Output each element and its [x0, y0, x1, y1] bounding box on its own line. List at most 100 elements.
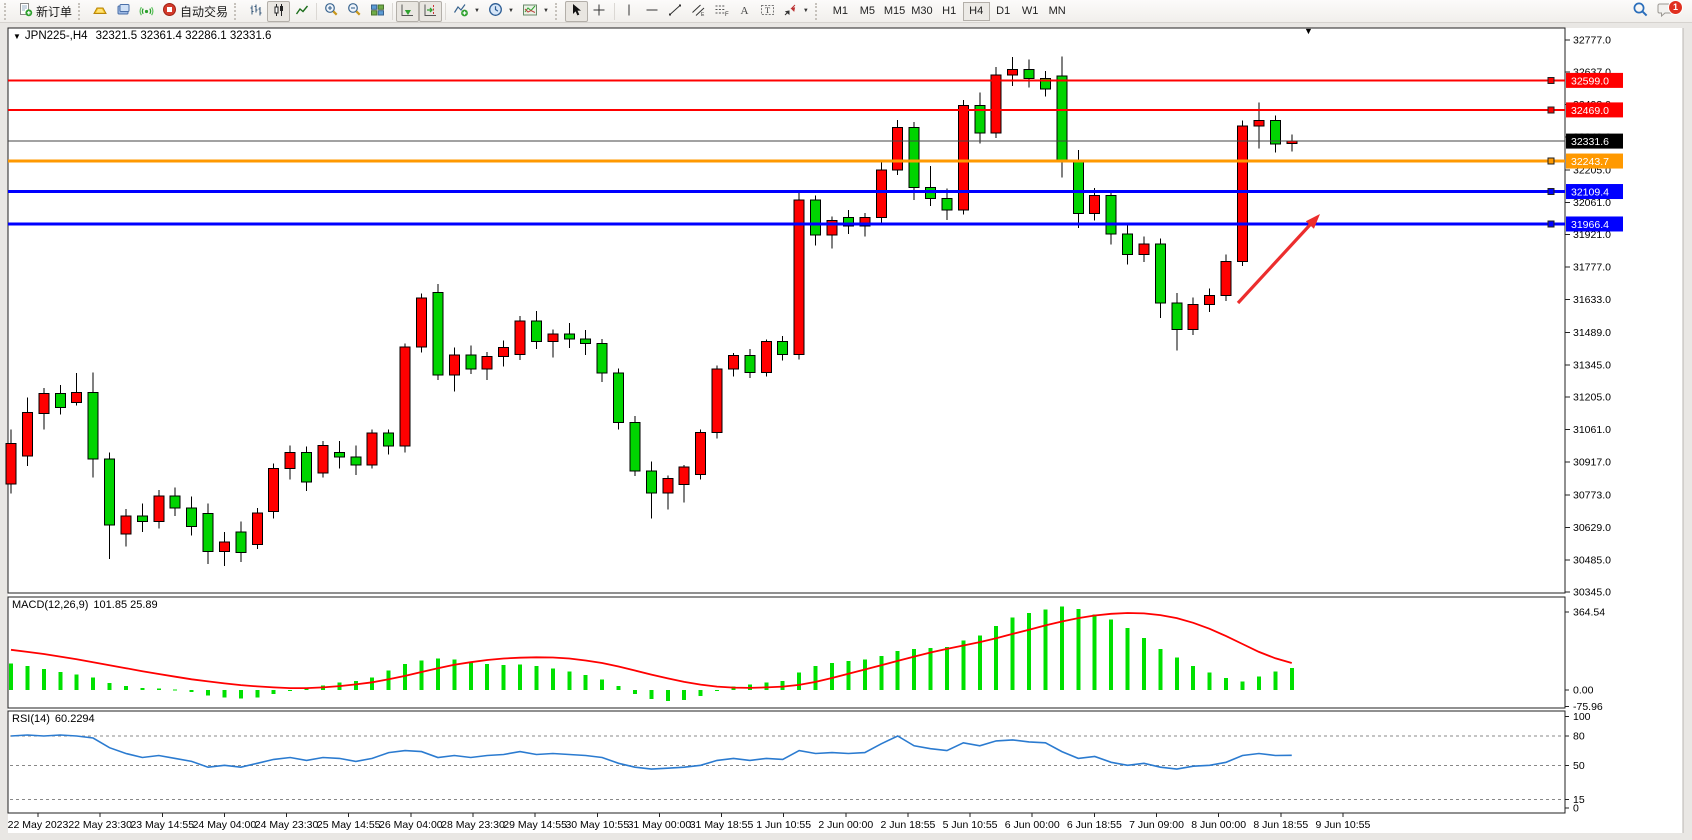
trendline-button[interactable]: [664, 1, 687, 22]
tf-M5-button[interactable]: M5: [854, 2, 881, 21]
svg-text:22 May 23:30: 22 May 23:30: [68, 819, 132, 831]
svg-text:6 Jun 18:55: 6 Jun 18:55: [1067, 819, 1122, 831]
symbol-title: JPN225-,H4: [25, 30, 88, 42]
toolbar-grip[interactable]: [4, 3, 10, 20]
trendline-icon: [668, 3, 682, 20]
tf-M15-button[interactable]: M15: [881, 2, 908, 21]
svg-text:32109.4: 32109.4: [1571, 187, 1609, 199]
svg-text:30773.0: 30773.0: [1573, 489, 1611, 501]
svg-text:80: 80: [1573, 731, 1585, 743]
svg-text:2 Jun 00:00: 2 Jun 00:00: [818, 819, 873, 831]
toolbar-grip[interactable]: [78, 3, 84, 20]
svg-text:31205.0: 31205.0: [1573, 391, 1611, 403]
toolbar-grip[interactable]: [555, 3, 561, 20]
signals-button[interactable]: [135, 1, 158, 22]
zoom-in-button[interactable]: [320, 1, 343, 22]
svg-text:1 Jun 10:55: 1 Jun 10:55: [756, 819, 811, 831]
toolbar-separator: [316, 3, 317, 20]
search-button[interactable]: [1628, 1, 1653, 22]
chart-canvas[interactable]: 32777.032637.032493.032349.032205.032061…: [0, 0, 1692, 840]
text-button[interactable]: A: [733, 1, 756, 22]
svg-text:7 Jun 09:00: 7 Jun 09:00: [1129, 819, 1184, 831]
chart-shift-icon: [423, 3, 438, 20]
svg-text:25 May 14:55: 25 May 14:55: [317, 819, 381, 831]
symbol-dropdown-icon[interactable]: ▼: [13, 32, 21, 41]
zoom-in-icon: [324, 2, 339, 20]
svg-text:31 May 00:00: 31 May 00:00: [628, 819, 692, 831]
line-chart-icon: [295, 3, 309, 20]
cursor-button[interactable]: [565, 1, 588, 22]
tf-H1-button[interactable]: H1: [936, 2, 963, 21]
toolbar-separator: [392, 3, 393, 20]
text-label-icon: T: [760, 3, 775, 20]
svg-text:100: 100: [1573, 711, 1591, 723]
toolbar-grip[interactable]: [815, 3, 821, 20]
svg-text:31345.0: 31345.0: [1573, 360, 1611, 372]
svg-text:26 May 04:00: 26 May 04:00: [379, 819, 443, 831]
svg-text:50: 50: [1573, 760, 1585, 772]
chart-shift-button[interactable]: [419, 1, 442, 22]
blue-panel-icon: [116, 3, 131, 20]
tf-H4-button[interactable]: H4: [963, 2, 990, 21]
tf-M1-button[interactable]: M1: [827, 2, 854, 21]
svg-text:9 Jun 10:55: 9 Jun 10:55: [1315, 819, 1370, 831]
vertical-line-button[interactable]: [618, 1, 641, 22]
periods-button[interactable]: ▼: [484, 1, 518, 22]
tf-M30-button[interactable]: M30: [908, 2, 935, 21]
zoom-out-button[interactable]: [343, 1, 366, 22]
tf-D1-button[interactable]: D1: [990, 2, 1017, 21]
notifications-button[interactable]: 1: [1653, 1, 1680, 22]
toolbar-separator: [445, 3, 446, 20]
gold-ingot-icon: [92, 3, 108, 20]
search-icon: [1632, 1, 1649, 21]
toolbar-grip[interactable]: [234, 3, 240, 20]
indicators-button[interactable]: ▼: [449, 1, 484, 22]
svg-text:5 Jun 10:55: 5 Jun 10:55: [943, 819, 998, 831]
svg-text:31633.0: 31633.0: [1573, 294, 1611, 306]
new-order-label: 新订单: [36, 3, 72, 20]
tf-W1-button[interactable]: W1: [1017, 2, 1044, 21]
svg-text:30485.0: 30485.0: [1573, 555, 1611, 567]
new-order-button[interactable]: 新订单: [14, 1, 76, 22]
svg-text:8 Jun 18:55: 8 Jun 18:55: [1253, 819, 1308, 831]
channel-icon: E: [691, 3, 706, 20]
text-icon: A: [738, 3, 751, 20]
timeframe-buttons: M1M5M15M30H1H4D1W1MN: [827, 2, 1071, 21]
tile-windows-icon: [370, 3, 385, 20]
svg-text:31966.4: 31966.4: [1571, 219, 1609, 231]
template-icon: [522, 3, 538, 20]
scroll-marker-icon[interactable]: ▼: [1304, 26, 1313, 36]
auto-scroll-button[interactable]: [396, 1, 419, 22]
svg-text:2 Jun 18:55: 2 Jun 18:55: [881, 819, 936, 831]
svg-text:8 Jun 00:00: 8 Jun 00:00: [1191, 819, 1246, 831]
line-chart-button[interactable]: [290, 1, 313, 22]
tile-windows-button[interactable]: [366, 1, 389, 22]
horizontal-line-button[interactable]: [641, 1, 664, 22]
auto-scroll-icon: [400, 3, 415, 20]
data-window-button[interactable]: [112, 1, 135, 22]
new-order-icon: [18, 2, 33, 20]
tf-MN-button[interactable]: MN: [1044, 2, 1071, 21]
autotrading-button[interactable]: 自动交易: [158, 1, 232, 22]
zoom-out-icon: [347, 2, 362, 20]
ohlc-readout: 32321.5 32361.4 32286.1 32331.6: [96, 30, 272, 42]
arrows-tool-button[interactable]: ▼: [779, 1, 813, 22]
rsi-name: RSI(14): [12, 713, 50, 725]
chart-title-bar: ▼ JPN225-,H4 32321.5 32361.4 32286.1 32331…: [13, 30, 271, 42]
fibonacci-button[interactable]: F: [710, 1, 733, 22]
ohlc-bars-icon: [249, 3, 263, 20]
toolbar-separator: [614, 3, 615, 20]
signal-icon: [139, 3, 154, 20]
rsi-value: 60.2294: [55, 713, 95, 725]
crosshair-button[interactable]: [588, 1, 611, 22]
toolbar: 新订单 自动交易 ▼ ▼: [0, 0, 1692, 23]
vertical-line-icon: [623, 3, 635, 20]
candlestick-icon: [272, 3, 286, 20]
candlestick-chart-button[interactable]: [267, 1, 290, 22]
templates-button[interactable]: ▼: [518, 1, 553, 22]
bar-chart-button[interactable]: [244, 1, 267, 22]
text-label-button[interactable]: T: [756, 1, 779, 22]
svg-text:32331.6: 32331.6: [1571, 136, 1609, 148]
equidistant-channel-button[interactable]: E: [687, 1, 710, 22]
market-watch-button[interactable]: [88, 1, 112, 22]
